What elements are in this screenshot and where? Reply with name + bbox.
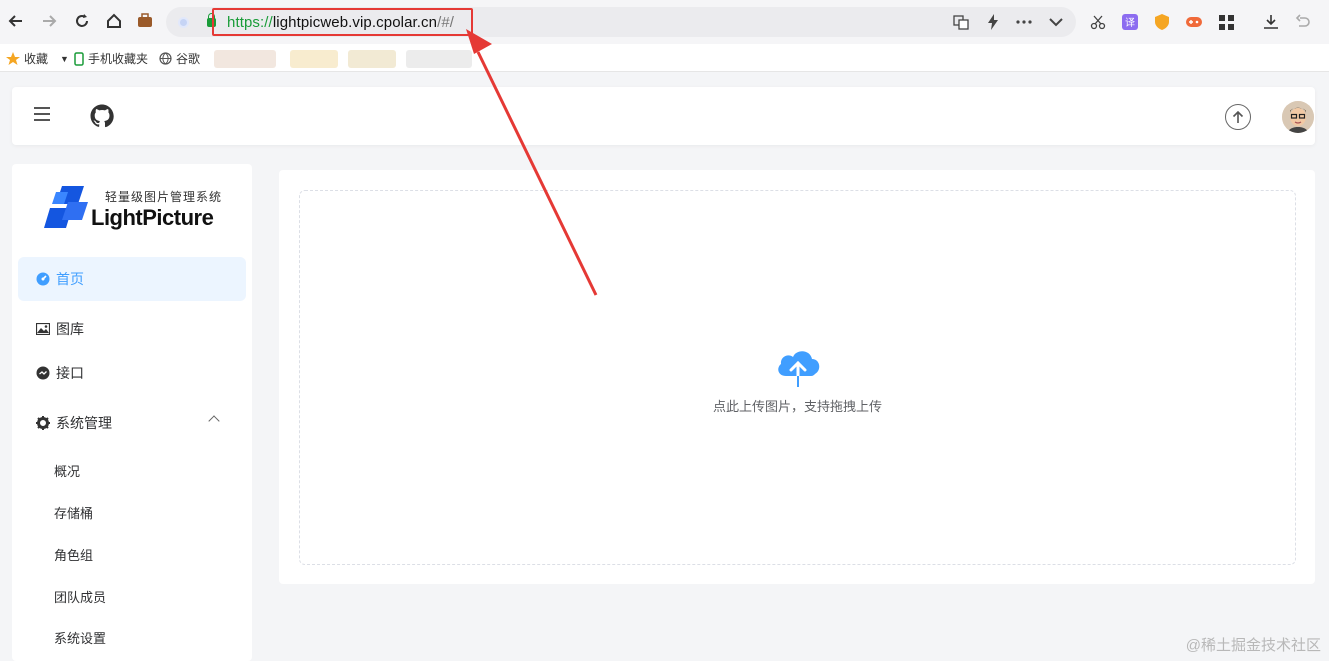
image-icon	[36, 322, 50, 336]
forward-icon[interactable]	[38, 10, 60, 32]
blurred-bookmark[interactable]	[348, 50, 396, 68]
globe-icon	[159, 52, 172, 65]
sidebar: 轻量级图片管理系统 LightPicture 首页 图库 接口 系统管理 概况 …	[12, 164, 252, 661]
star-icon	[6, 51, 20, 65]
avatar[interactable]	[1282, 101, 1314, 133]
blurred-bookmark[interactable]	[290, 50, 338, 68]
watermark: @稀土掘金技术社区	[1185, 637, 1321, 654]
bookmark-label: 收藏	[24, 52, 49, 66]
bookmark-label: 谷歌	[176, 52, 201, 66]
phone-icon	[74, 51, 84, 66]
sidebar-item-label: 接口	[56, 365, 84, 381]
sidebar-item-gallery[interactable]: 图库	[18, 307, 246, 351]
undo-icon[interactable]	[1293, 12, 1313, 32]
upload-arrow-button[interactable]	[1225, 104, 1251, 130]
app-header	[12, 87, 1315, 145]
svg-text:译: 译	[1125, 17, 1135, 29]
main-card: 点此上传图片，支持拖拽上传	[279, 170, 1315, 584]
browser-toolbar: https://lightpicweb.vip.cpolar.cn/#/ 译	[0, 0, 1329, 44]
chevron-up-icon[interactable]	[208, 415, 220, 427]
bookmark-google[interactable]: 谷歌	[159, 50, 200, 67]
logo-subtitle: 轻量级图片管理系统	[105, 190, 223, 204]
logo-title: LightPicture	[91, 205, 214, 230]
sidebar-item-label: 首页	[56, 271, 84, 287]
cloud-upload-icon	[778, 351, 820, 388]
sidebar-item-api[interactable]: 接口	[18, 351, 246, 395]
bookmark-mobile[interactable]: 手机收藏夹	[74, 50, 148, 67]
arrow-up-icon	[1232, 110, 1244, 123]
shield-icon[interactable]	[1152, 12, 1172, 32]
submenu-storage-bucket[interactable]: 存储桶	[54, 503, 93, 522]
url-highlight-box	[212, 8, 473, 36]
api-icon	[36, 366, 50, 380]
sidebar-item-system-management[interactable]: 系统管理	[18, 401, 246, 445]
gamepad-icon[interactable]	[1184, 12, 1204, 32]
bookmark-label: 手机收藏夹	[88, 52, 149, 66]
blurred-bookmark[interactable]	[214, 50, 276, 68]
apps-grid-icon[interactable]	[1216, 12, 1236, 32]
logo[interactable]: 轻量级图片管理系统 LightPicture	[42, 184, 232, 236]
submenu-role-group[interactable]: 角色组	[54, 545, 93, 564]
menu-toggle-icon[interactable]	[34, 107, 50, 121]
submenu-team-members[interactable]: 团队成员	[54, 587, 106, 606]
upload-hint: 点此上传图片，支持拖拽上传	[712, 399, 882, 414]
blurred-bookmark[interactable]	[406, 50, 472, 68]
scissors-icon[interactable]	[1088, 12, 1108, 32]
github-icon[interactable]	[90, 104, 114, 128]
translate-icon[interactable]	[951, 12, 971, 32]
briefcase-icon[interactable]	[134, 10, 156, 32]
back-icon[interactable]	[5, 10, 27, 32]
bookmarks-bar: 收藏 ▼ 手机收藏夹 谷歌	[0, 44, 1329, 72]
lightning-icon[interactable]	[983, 12, 1003, 32]
translate-ext-icon[interactable]: 译	[1120, 12, 1140, 32]
submenu-system-settings[interactable]: 系统设置	[54, 628, 106, 647]
chevron-down-icon[interactable]	[1046, 12, 1066, 32]
home-icon[interactable]	[103, 10, 125, 32]
site-info-icon[interactable]	[178, 17, 189, 28]
dashboard-icon	[36, 272, 50, 286]
gear-icon	[36, 416, 50, 430]
sidebar-item-label: 系统管理	[56, 415, 112, 431]
upload-dropzone[interactable]: 点此上传图片，支持拖拽上传	[299, 190, 1296, 565]
reload-icon[interactable]	[71, 10, 93, 32]
sidebar-item-label: 图库	[56, 321, 84, 337]
bookmark-favorites[interactable]: 收藏 ▼	[6, 50, 69, 67]
download-icon[interactable]	[1261, 12, 1281, 32]
more-icon[interactable]	[1014, 12, 1034, 32]
submenu-overview[interactable]: 概况	[54, 461, 80, 480]
caret-down-icon[interactable]: ▼	[60, 54, 69, 64]
sidebar-item-home[interactable]: 首页	[18, 257, 246, 301]
